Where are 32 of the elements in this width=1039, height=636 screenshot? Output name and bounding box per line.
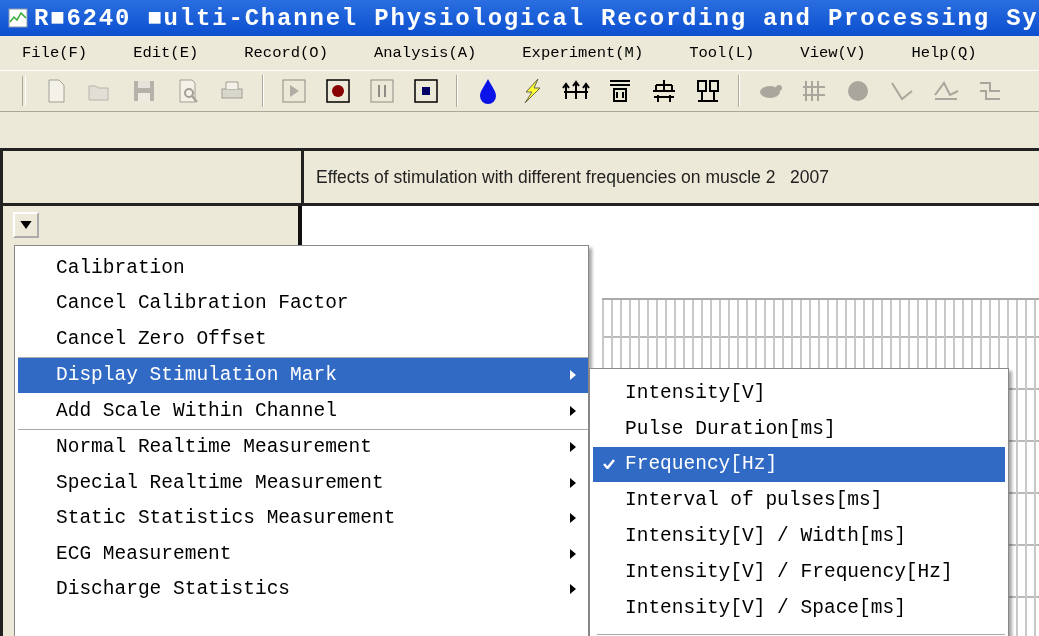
menu-item[interactable]: Calibration	[18, 250, 588, 286]
dropdown-button[interactable]	[13, 212, 39, 238]
menu-item[interactable]: ECG Measurement	[18, 536, 588, 572]
menu-item[interactable]: Static Statistics Measurement	[18, 500, 588, 536]
menu-item[interactable]: Intensity[V]	[593, 375, 1005, 411]
chart-icon	[8, 8, 28, 28]
record-icon[interactable]	[324, 77, 352, 105]
menu-item[interactable]: View(V)	[800, 44, 866, 62]
caret-icon	[20, 220, 32, 230]
menu-item[interactable]: Pulse Duration[ms]	[593, 410, 1005, 447]
menu-item[interactable]: Interval of pulses[ms]	[593, 482, 1005, 519]
menu-item[interactable]: Intensity[V] / Frequency[Hz]	[593, 554, 1005, 590]
menu-item[interactable]: Special Realtime Measurement	[18, 465, 588, 501]
menu-item[interactable]: Intensity[V] / Width[ms]	[593, 518, 1005, 554]
menu-item[interactable]: Edit(E)	[133, 44, 199, 62]
menu-item[interactable]: Analysis(A)	[373, 44, 477, 62]
menu-item[interactable]: Display Stimulation Mark	[18, 357, 588, 393]
menu-item[interactable]: Cancel Calibration Factor	[18, 285, 588, 321]
menu-item[interactable]: Intensity[V] / Space[ms]	[593, 589, 1005, 626]
experiment-title: Effects of stimulation with different frequencies on muscle 2 2007	[316, 166, 829, 188]
menu-item[interactable]: File(F)	[22, 44, 88, 62]
menu-item[interactable]: Normal Realtime Measurement	[18, 429, 588, 465]
menu-item[interactable]: Discharge Statistics	[18, 571, 588, 607]
menu-item[interactable]: Record(O)	[244, 44, 328, 62]
stop-icon[interactable]	[412, 77, 440, 105]
menu-item[interactable]: Tool(L)	[689, 44, 755, 62]
window-title: R■6240 ■ulti-Channel Physiological Recording and Processing Sy	[34, 4, 1039, 32]
menu-item[interactable]: Add Scale Within Channel	[18, 393, 588, 429]
menu-item[interactable]: Experiment(M)	[522, 44, 644, 62]
menu-item[interactable]: Help(Q)	[911, 44, 977, 62]
menu-item[interactable]: Cancel Zero Offset	[18, 321, 588, 357]
menu-item[interactable]: Frequency[Hz]	[593, 446, 1005, 483]
